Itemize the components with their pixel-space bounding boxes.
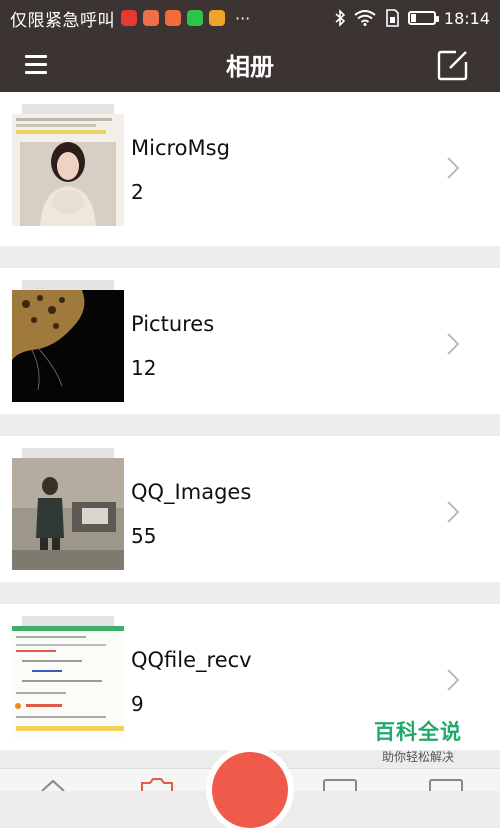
album-item-micromsg[interactable]: MicroMsg 2: [0, 92, 500, 246]
album-count: 55: [131, 524, 157, 548]
album-thumbnail: [12, 114, 124, 226]
chevron-right-icon: [447, 501, 460, 523]
chevron-right-icon: [447, 669, 460, 691]
chevron-right-icon: [447, 157, 460, 179]
album-count: 12: [131, 356, 157, 380]
hamburger-menu-icon[interactable]: [22, 50, 52, 78]
wechat-icon: [187, 10, 203, 26]
stack-edge: [22, 448, 114, 458]
watermark-title: 百科全说: [374, 720, 462, 744]
stack-edge: [22, 280, 114, 290]
gift-icon: [165, 10, 181, 26]
album-item-qq-images[interactable]: QQ_Images 55: [0, 436, 500, 582]
album-name: QQfile_recv: [131, 648, 252, 672]
more-notifications-icon: ···: [235, 8, 251, 28]
album-count: 2: [131, 180, 144, 204]
wifi-icon: [354, 10, 376, 26]
battery-icon: [407, 11, 439, 25]
weibo-icon: [121, 10, 137, 26]
album-thumbnail: [12, 626, 124, 738]
center-action-button[interactable]: [212, 752, 288, 828]
play-icon[interactable]: [322, 779, 358, 791]
camera-icon[interactable]: [140, 777, 174, 791]
album-item-pictures[interactable]: Pictures 12: [0, 268, 500, 414]
sim-icon: [386, 9, 399, 27]
album-list: MicroMsg 2 Pictures 12 QQ_Images 55 QQfi…: [0, 92, 500, 772]
album-thumbnail: [12, 458, 124, 570]
album-count: 9: [131, 692, 144, 716]
album-name: Pictures: [131, 312, 215, 336]
clock: 18:14: [443, 8, 490, 28]
mail-icon: [143, 10, 159, 26]
album-thumbnail: [12, 290, 124, 402]
album-name: MicroMsg: [131, 136, 230, 160]
app-notification-icon: [209, 10, 225, 26]
album-name: QQ_Images: [131, 480, 252, 504]
bluetooth-icon: [335, 9, 346, 27]
status-bar: 仅限紧急呼叫 ··· 18:14: [0, 0, 500, 36]
profile-icon[interactable]: [428, 779, 464, 791]
stack-edge: [22, 616, 114, 626]
watermark-logo: 百科全说 助你轻松解决: [374, 716, 462, 765]
watermark-subtitle: 助你轻松解决: [381, 750, 454, 764]
chevron-right-icon: [447, 333, 460, 355]
edit-icon[interactable]: [436, 48, 470, 82]
stack-edge: [22, 104, 114, 114]
home-icon[interactable]: [40, 777, 66, 791]
page-title: 相册: [226, 52, 274, 81]
app-header: 相册: [0, 36, 500, 92]
carrier-text: 仅限紧急呼叫: [10, 10, 115, 31]
